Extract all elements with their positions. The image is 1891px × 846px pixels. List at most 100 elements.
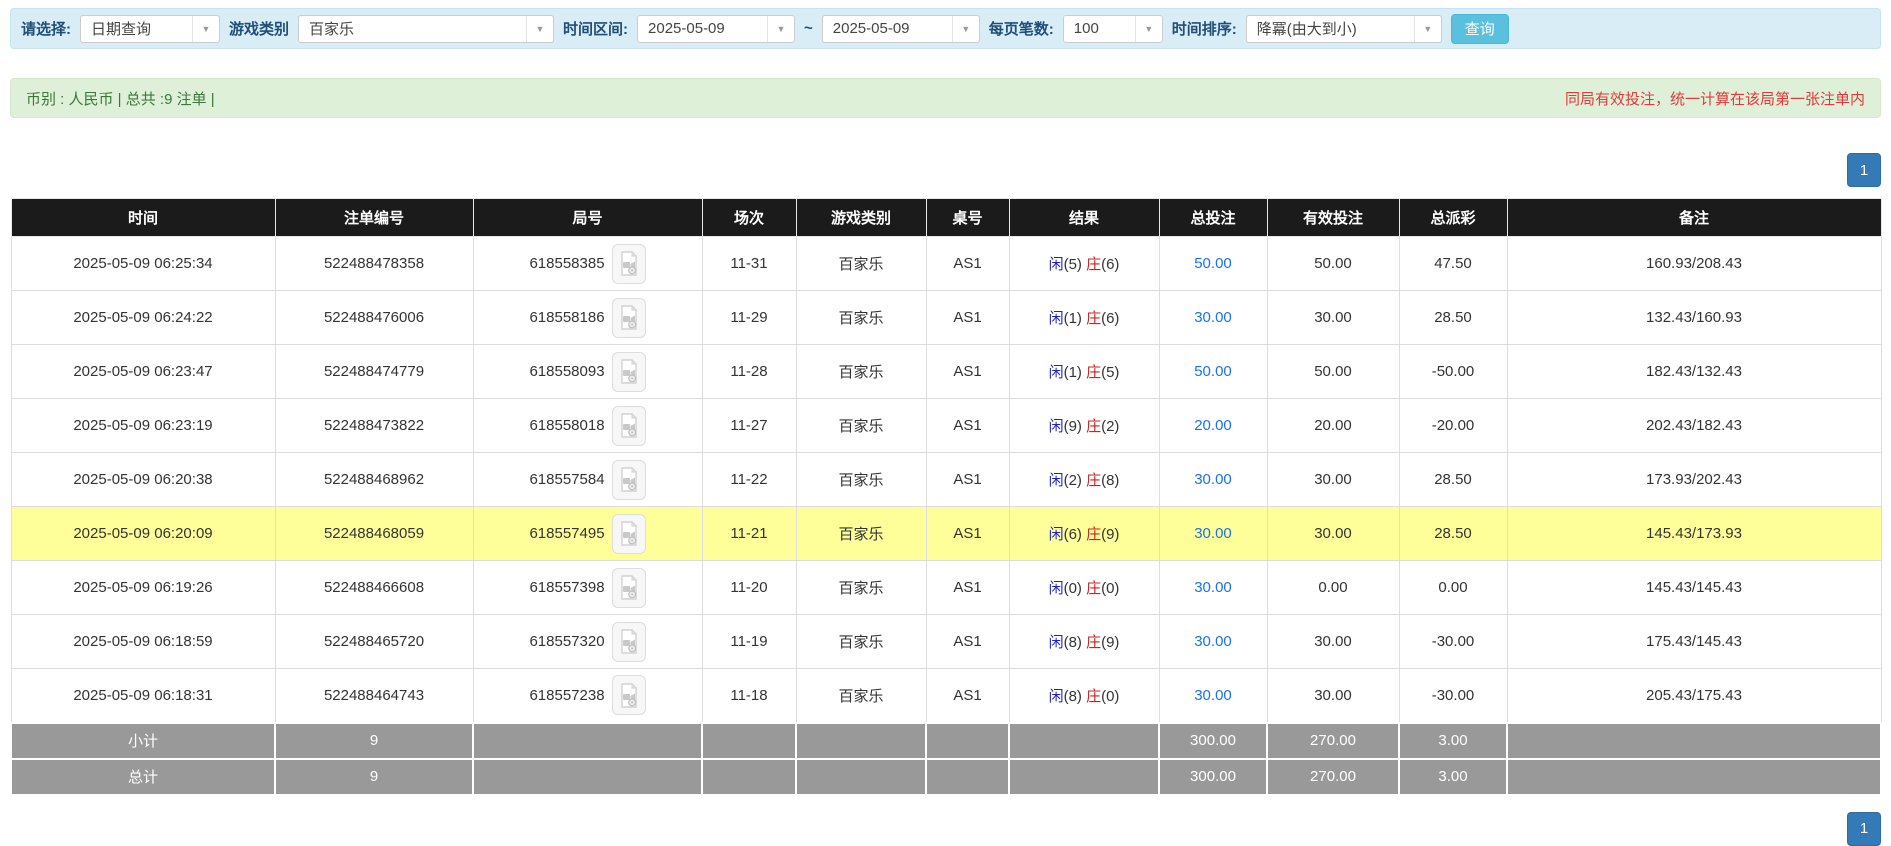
- time-sort-label: 时间排序:: [1172, 18, 1237, 39]
- cell-note: 132.43/160.93: [1507, 291, 1881, 345]
- date-to-value: 2025-05-09: [823, 20, 952, 37]
- chevron-down-icon: ▼: [1414, 16, 1441, 42]
- total-bet-link[interactable]: 30.00: [1194, 471, 1232, 488]
- footer-count: 9: [275, 759, 473, 795]
- video-replay-button[interactable]: [612, 298, 646, 338]
- cell-session: 11-31: [702, 237, 796, 291]
- cell-time: 2025-05-09 06:24:22: [11, 291, 275, 345]
- total-bet-link[interactable]: 30.00: [1194, 687, 1232, 704]
- total-bet-link[interactable]: 50.00: [1194, 363, 1232, 380]
- video-replay-icon: [619, 251, 639, 276]
- table-row: 2025-05-09 06:19:26522488466608618557398…: [11, 561, 1881, 615]
- cell-game: 百家乐: [796, 399, 926, 453]
- cell-game: 百家乐: [796, 237, 926, 291]
- round-id: 618557238: [529, 687, 604, 704]
- bet-records-table: 时间注单编号局号场次游戏类别桌号结果总投注有效投注总派彩备注 2025-05-0…: [10, 198, 1882, 796]
- date-to-select[interactable]: 2025-05-09 ▼: [822, 15, 980, 43]
- total-bet-link[interactable]: 20.00: [1194, 417, 1232, 434]
- cell-round: 618558093: [473, 345, 702, 399]
- cell-result: 闲(2) 庄(8): [1009, 453, 1159, 507]
- footer-result: [1009, 759, 1159, 795]
- column-header-1: 注单编号: [275, 199, 473, 237]
- cell-table-no: AS1: [926, 453, 1009, 507]
- column-header-0: 时间: [11, 199, 275, 237]
- video-replay-button[interactable]: [612, 460, 646, 500]
- footer-round: [473, 723, 702, 759]
- chevron-down-icon: ▼: [526, 16, 553, 42]
- page-size-label: 每页笔数:: [989, 18, 1054, 39]
- round-id: 618557495: [529, 525, 604, 542]
- total-bet-link[interactable]: 50.00: [1194, 255, 1232, 272]
- round-wrap: 618558385: [475, 244, 701, 284]
- round-wrap: 618557238: [475, 675, 701, 715]
- cell-valid-bet: 30.00: [1267, 453, 1399, 507]
- search-button[interactable]: 查询: [1451, 14, 1509, 44]
- video-replay-button[interactable]: [612, 514, 646, 554]
- round-wrap: 618558018: [475, 406, 701, 446]
- cell-payout: -30.00: [1399, 669, 1507, 723]
- banker-label: 庄: [1086, 418, 1101, 435]
- cell-total-bet: 50.00: [1159, 345, 1267, 399]
- footer-table: [926, 759, 1009, 795]
- video-replay-button[interactable]: [612, 244, 646, 284]
- player-label: 闲: [1049, 472, 1064, 489]
- cell-session: 11-28: [702, 345, 796, 399]
- column-header-10: 备注: [1507, 199, 1881, 237]
- round-wrap: 618557398: [475, 568, 701, 608]
- cell-total-bet: 30.00: [1159, 291, 1267, 345]
- player-score: (8): [1064, 688, 1087, 705]
- cell-valid-bet: 30.00: [1267, 291, 1399, 345]
- video-replay-button[interactable]: [612, 406, 646, 446]
- round-wrap: 618557320: [475, 622, 701, 662]
- cell-time: 2025-05-09 06:20:09: [11, 507, 275, 561]
- total-bet-link[interactable]: 30.00: [1194, 309, 1232, 326]
- round-id: 618558093: [529, 363, 604, 380]
- footer-total-bet: 300.00: [1159, 723, 1267, 759]
- round-wrap: 618557584: [475, 460, 701, 500]
- total-bet-link[interactable]: 30.00: [1194, 633, 1232, 650]
- cell-bet-id: 522488473822: [275, 399, 473, 453]
- total-bet-link[interactable]: 30.00: [1194, 579, 1232, 596]
- round-id: 618558186: [529, 309, 604, 326]
- footer-valid-bet: 270.00: [1267, 759, 1399, 795]
- cell-valid-bet: 30.00: [1267, 507, 1399, 561]
- table-row: 2025-05-09 06:23:47522488474779618558093…: [11, 345, 1881, 399]
- cell-payout: -30.00: [1399, 615, 1507, 669]
- cell-result: 闲(8) 庄(9): [1009, 615, 1159, 669]
- video-replay-button[interactable]: [612, 675, 646, 715]
- cell-time: 2025-05-09 06:23:19: [11, 399, 275, 453]
- cell-game: 百家乐: [796, 561, 926, 615]
- pagination-page-button[interactable]: 1: [1847, 812, 1881, 846]
- cell-note: 202.43/182.43: [1507, 399, 1881, 453]
- cell-note: 182.43/132.43: [1507, 345, 1881, 399]
- grand-total-row: 总计9300.00270.003.00: [11, 759, 1881, 795]
- footer-table: [926, 723, 1009, 759]
- game-category-select[interactable]: 百家乐 ▼: [298, 15, 554, 43]
- date-from-select[interactable]: 2025-05-09 ▼: [637, 15, 795, 43]
- query-type-select[interactable]: 日期查询 ▼: [80, 15, 220, 43]
- cell-time: 2025-05-09 06:18:59: [11, 615, 275, 669]
- cell-session: 11-19: [702, 615, 796, 669]
- cell-round: 618557398: [473, 561, 702, 615]
- cell-session: 11-20: [702, 561, 796, 615]
- cell-result: 闲(5) 庄(6): [1009, 237, 1159, 291]
- video-replay-button[interactable]: [612, 352, 646, 392]
- filter-toolbar: 请选择: 日期查询 ▼ 游戏类别 百家乐 ▼ 时间区间: 2025-05-09 …: [10, 8, 1881, 49]
- cell-round: 618557320: [473, 615, 702, 669]
- page-size-select[interactable]: 100 ▼: [1063, 15, 1163, 43]
- round-wrap: 618558186: [475, 298, 701, 338]
- total-bet-link[interactable]: 30.00: [1194, 525, 1232, 542]
- round-wrap: 618557495: [475, 514, 701, 554]
- video-replay-icon: [619, 413, 639, 438]
- cell-bet-id: 522488476006: [275, 291, 473, 345]
- pagination-page-button[interactable]: 1: [1847, 153, 1881, 187]
- cell-bet-id: 522488464743: [275, 669, 473, 723]
- cell-total-bet: 50.00: [1159, 237, 1267, 291]
- player-score: (6): [1064, 526, 1087, 543]
- time-sort-select[interactable]: 降冪(由大到小) ▼: [1246, 15, 1442, 43]
- banker-score: (0): [1101, 580, 1119, 597]
- cell-table-no: AS1: [926, 345, 1009, 399]
- video-replay-button[interactable]: [612, 568, 646, 608]
- video-replay-button[interactable]: [612, 622, 646, 662]
- cell-game: 百家乐: [796, 507, 926, 561]
